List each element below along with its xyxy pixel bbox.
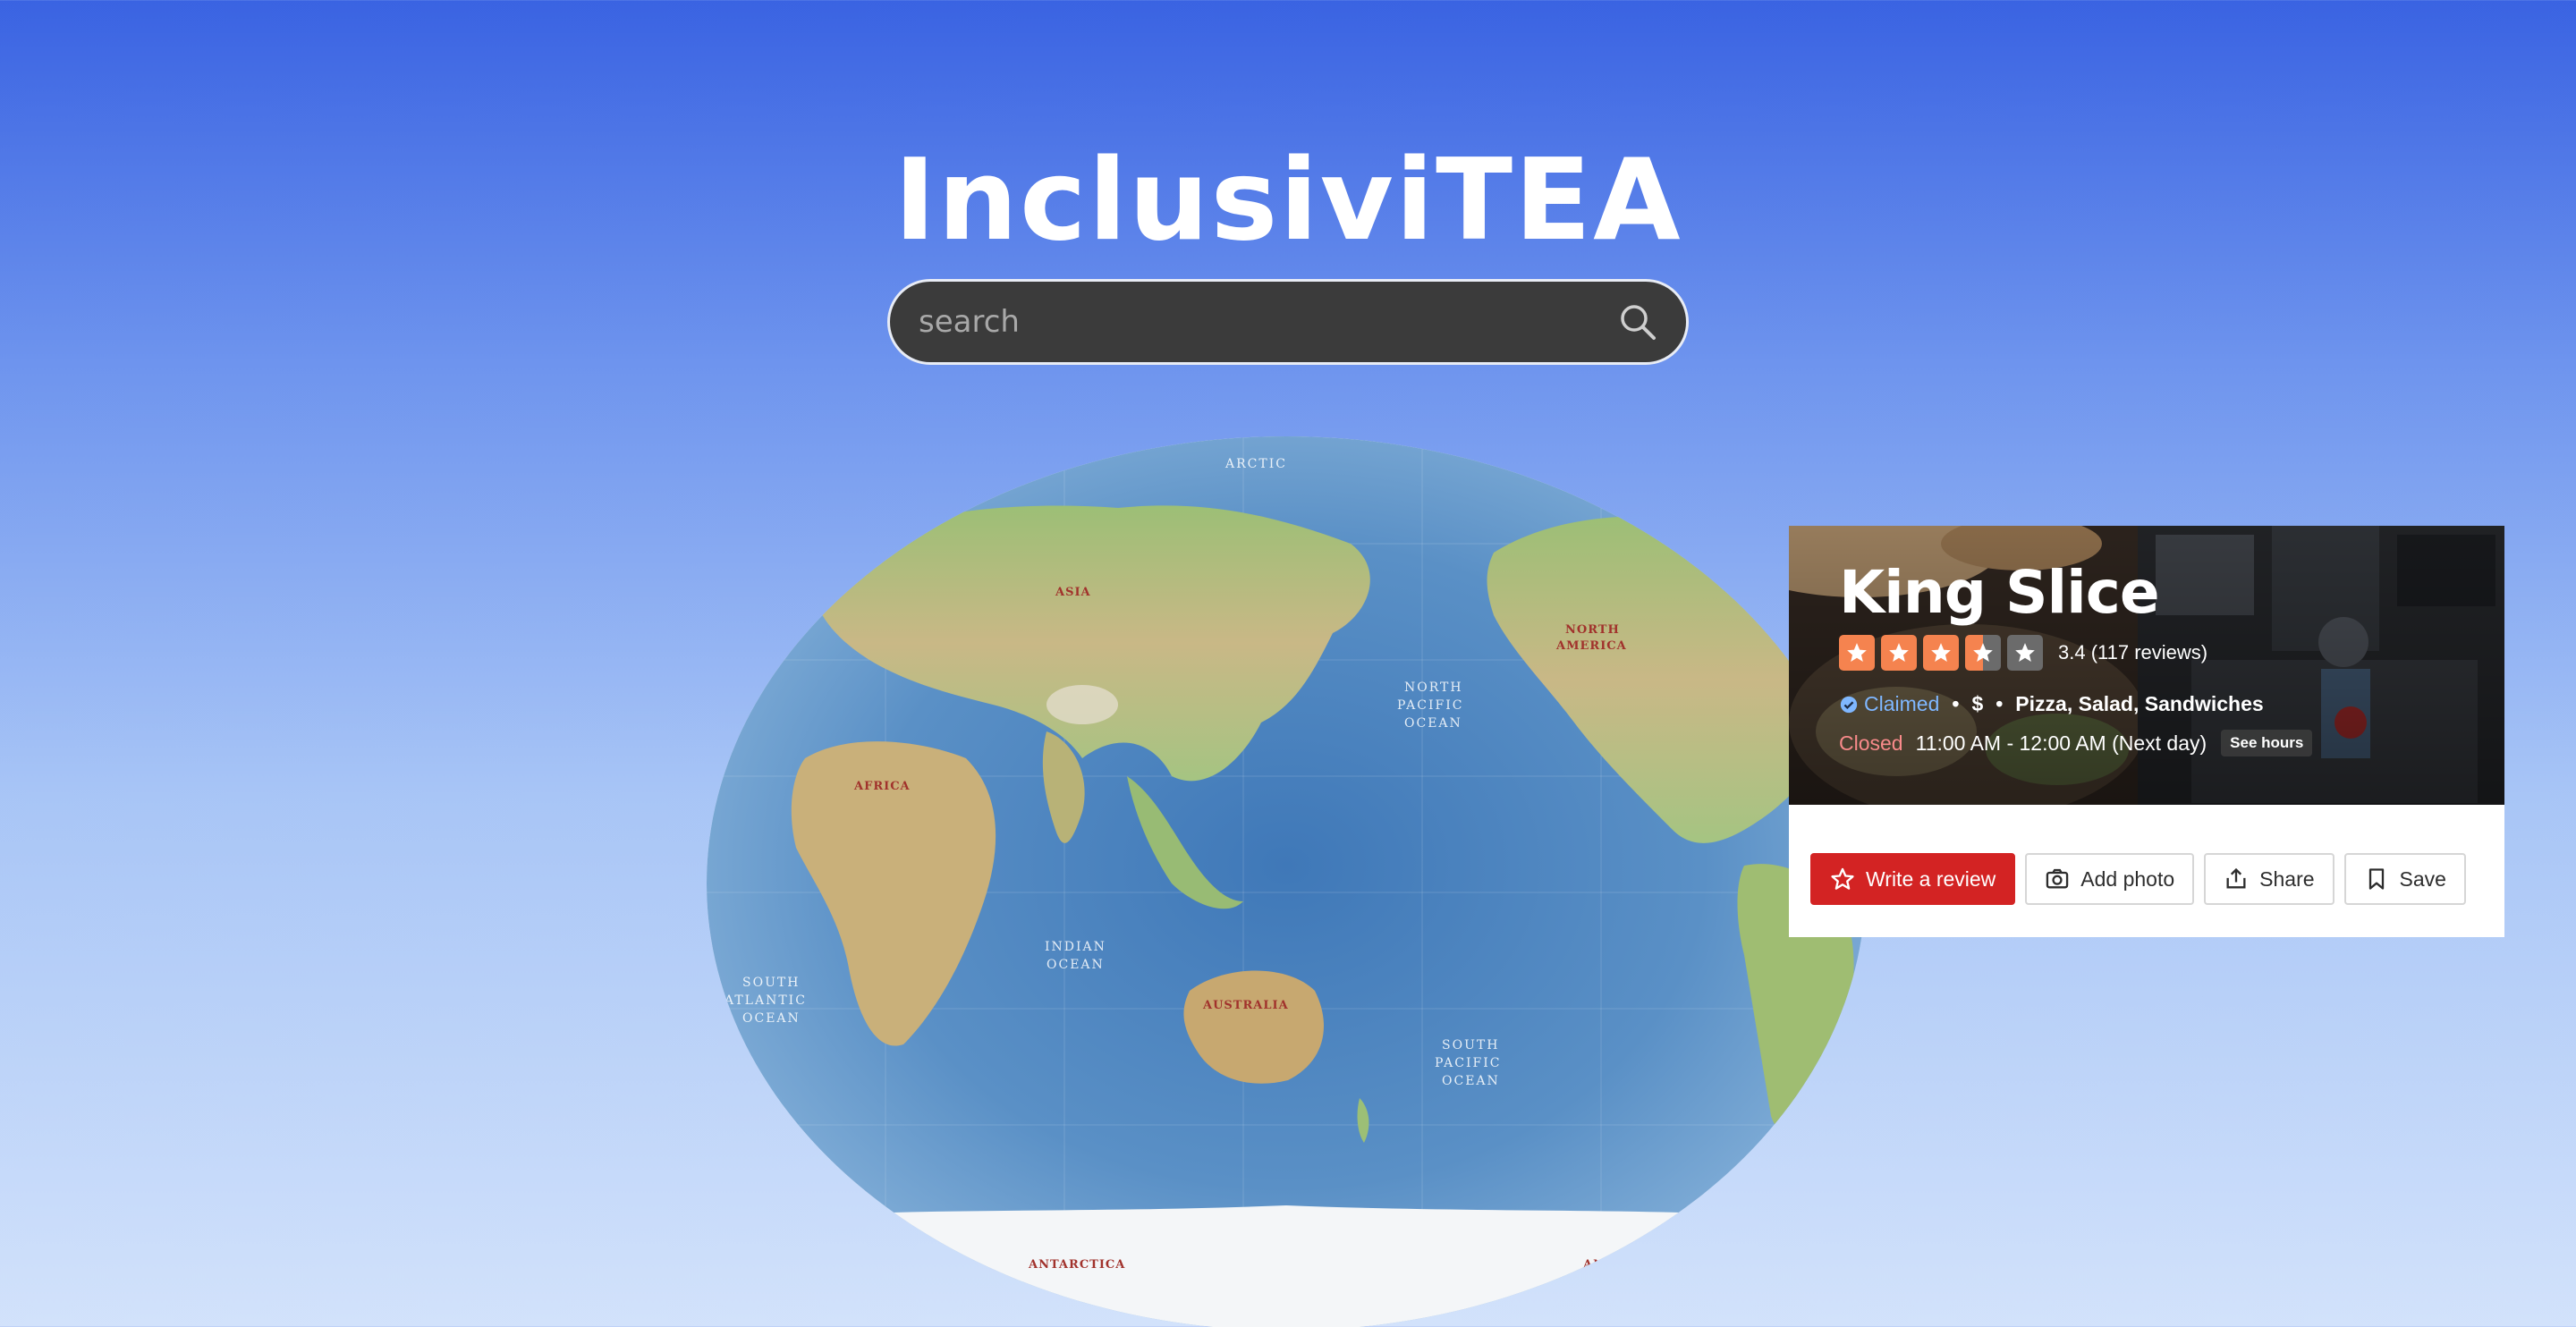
business-card: King Slice 3.4 (117 reviews) Claimed • $… bbox=[1789, 526, 2504, 937]
business-hero: King Slice 3.4 (117 reviews) Claimed • $… bbox=[1789, 526, 2504, 805]
write-review-button[interactable]: Write a review bbox=[1810, 853, 2016, 905]
save-button[interactable]: Save bbox=[2343, 853, 2466, 905]
antarctica-landmass bbox=[707, 1205, 1866, 1327]
asia-label: ASIA bbox=[1055, 586, 1091, 599]
ocean-label-indian-1: INDIAN bbox=[1045, 940, 1106, 954]
ocean-label-atlantic-2: ATLANTIC bbox=[724, 993, 807, 1008]
action-bar: Write a review Add photo Share Save bbox=[1810, 853, 2476, 905]
rating-count[interactable]: 3.4 (117 reviews) bbox=[2058, 641, 2207, 664]
antarctica-label-1: ANTARCTICA bbox=[1028, 1258, 1125, 1272]
open-status: Closed bbox=[1839, 731, 1903, 755]
north-america-label-1: NORTH bbox=[1565, 623, 1620, 637]
see-hours-button[interactable]: See hours bbox=[2221, 730, 2313, 756]
business-name[interactable]: King Slice bbox=[1839, 558, 2160, 627]
star-outline-icon bbox=[1831, 867, 1854, 890]
business-hours: 11:00 AM - 12:00 AM (Next day) bbox=[1915, 731, 2207, 755]
ocean-label-north-2: PACIFIC bbox=[1397, 698, 1463, 713]
australia-label: AUSTRALIA bbox=[1202, 999, 1289, 1012]
ocean-label-north-1: NORTH bbox=[1404, 680, 1463, 695]
business-meta: Claimed • $ • Pizza, Salad, Sandwiches bbox=[1839, 692, 2264, 716]
price-level: $ bbox=[1971, 692, 1984, 715]
app-title: InclusiviTEA bbox=[894, 134, 1682, 266]
business-categories[interactable]: Pizza, Salad, Sandwiches bbox=[2015, 692, 2263, 716]
claimed-label: Claimed bbox=[1864, 692, 1940, 715]
write-review-label: Write a review bbox=[1866, 866, 1996, 891]
add-photo-label: Add photo bbox=[2080, 866, 2175, 891]
search-input[interactable] bbox=[919, 304, 1616, 340]
world-map[interactable]: ARCTIC NORTH PACIFIC OCEAN SOUTH PACIFIC… bbox=[707, 436, 1866, 1327]
save-label: Save bbox=[2399, 866, 2446, 891]
ocean-label-indian-2: OCEAN bbox=[1046, 958, 1105, 972]
share-button[interactable]: Share bbox=[2204, 853, 2334, 905]
star-icon bbox=[1881, 635, 1917, 671]
star-icon bbox=[1839, 635, 1875, 671]
separator-dot: • bbox=[1996, 692, 2004, 715]
search-icon[interactable] bbox=[1616, 300, 1659, 343]
search-bar[interactable] bbox=[887, 279, 1689, 365]
tibetan-plateau bbox=[1046, 685, 1118, 724]
africa-label: AFRICA bbox=[853, 780, 911, 793]
rating-row: 3.4 (117 reviews) bbox=[1839, 635, 2207, 671]
share-label: Share bbox=[2259, 866, 2315, 891]
north-america-label-2: AMERICA bbox=[1555, 639, 1627, 653]
claimed-badge[interactable]: Claimed bbox=[1839, 692, 1939, 716]
ocean-label-atlantic-3: OCEAN bbox=[742, 1011, 801, 1026]
bookmark-icon bbox=[2368, 868, 2384, 890]
arctic-label: ARCTIC bbox=[1224, 457, 1287, 471]
ocean-label-south-2: PACIFIC bbox=[1435, 1056, 1501, 1070]
star-icon bbox=[1923, 635, 1959, 671]
camera-icon bbox=[2046, 868, 2069, 889]
share-icon bbox=[2226, 867, 2246, 889]
verified-check-icon bbox=[1840, 696, 1858, 713]
add-photo-button[interactable]: Add photo bbox=[2025, 853, 2195, 905]
star-empty-icon bbox=[2007, 635, 2043, 671]
ocean-label-atlantic-1: SOUTH bbox=[742, 976, 800, 990]
ocean-label-south-1: SOUTH bbox=[1442, 1038, 1499, 1052]
ocean-label-north-3: OCEAN bbox=[1404, 716, 1462, 731]
ocean-label-south-3: OCEAN bbox=[1442, 1074, 1500, 1088]
star-half-icon bbox=[1965, 635, 2001, 671]
separator-dot: • bbox=[1952, 692, 1960, 715]
hours-row: Closed 11:00 AM - 12:00 AM (Next day) Se… bbox=[1839, 730, 2313, 756]
antarctica-label-2: ANTARCTICA bbox=[1582, 1258, 1680, 1272]
